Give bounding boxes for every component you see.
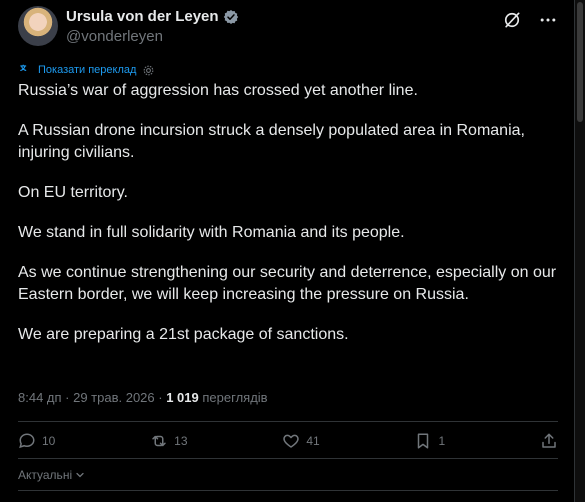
share-icon: [542, 433, 556, 448]
repost-icon: [152, 435, 166, 447]
bookmark-button[interactable]: 1: [414, 432, 445, 450]
tweet-time[interactable]: 8:44 дп: [18, 390, 62, 405]
author-name-row: Ursula von der Leyen: [66, 8, 239, 25]
header-actions: [502, 10, 558, 30]
scrollbar-thumb[interactable]: [577, 2, 583, 122]
scrollbar[interactable]: [575, 0, 585, 502]
share-button[interactable]: [540, 432, 558, 450]
tweet-paragraph: We stand in full solidarity with Romania…: [18, 224, 405, 241]
like-button[interactable]: 41: [282, 432, 320, 450]
divider: [18, 458, 558, 459]
more-options-icon[interactable]: [538, 10, 558, 30]
chevron-down-icon: [76, 472, 84, 478]
author-handle[interactable]: @vonderleyen: [66, 28, 163, 45]
tweet-actions-bar: 10 13 41 1: [18, 432, 558, 450]
bookmark-count: 1: [438, 434, 446, 448]
tweet-paragraph: A Russian drone incursion struck a dense…: [18, 122, 525, 161]
grok-icon[interactable]: [502, 10, 522, 30]
tweet-paragraph: We are preparing a 21st package of sanct…: [18, 326, 349, 343]
divider: [18, 490, 558, 491]
translate-icon: [20, 64, 27, 72]
show-translation-link[interactable]: Показати переклад: [18, 63, 155, 77]
verified-badge-icon: [223, 9, 238, 24]
reply-button[interactable]: 10: [18, 432, 55, 450]
tweet-date[interactable]: 29 трав. 2026: [73, 390, 155, 405]
repost-count: 13: [174, 434, 188, 448]
author-name[interactable]: Ursula von der Leyen: [66, 8, 219, 25]
meta-separator: ·: [61, 390, 74, 405]
reply-sort-label: Актуальні: [18, 468, 73, 482]
tweet-paragraph: As we continue strengthening our securit…: [18, 264, 557, 303]
heart-icon: [283, 434, 300, 448]
avatar[interactable]: [18, 6, 58, 46]
tweet-detail-panel: Ursula von der Leyen @vonderleyen Показа…: [0, 0, 575, 502]
tweet-metadata: 8:44 дп · 29 трав. 2026 · 1 019 перегляд…: [18, 390, 268, 405]
bookmark-icon: [418, 433, 429, 449]
tweet-paragraph: On EU territory.: [18, 184, 128, 201]
reply-sort-dropdown[interactable]: Актуальні: [18, 468, 86, 482]
reply-icon: [19, 433, 35, 449]
meta-separator: ·: [154, 390, 167, 405]
views-label: переглядів: [198, 390, 268, 405]
tweet-text: Russia’s war of aggression has crossed y…: [18, 80, 558, 364]
divider: [18, 421, 558, 422]
settings-gear-icon[interactable]: [142, 64, 155, 77]
tweet-paragraph: Russia’s war of aggression has crossed y…: [18, 82, 418, 99]
views-count: 1 019: [166, 390, 199, 405]
like-count: 41: [306, 434, 320, 448]
tweet-header: Ursula von der Leyen @vonderleyen: [18, 6, 558, 46]
reply-count: 10: [42, 434, 56, 448]
show-translation-label[interactable]: Показати переклад: [38, 64, 136, 76]
repost-button[interactable]: 13: [150, 432, 188, 450]
